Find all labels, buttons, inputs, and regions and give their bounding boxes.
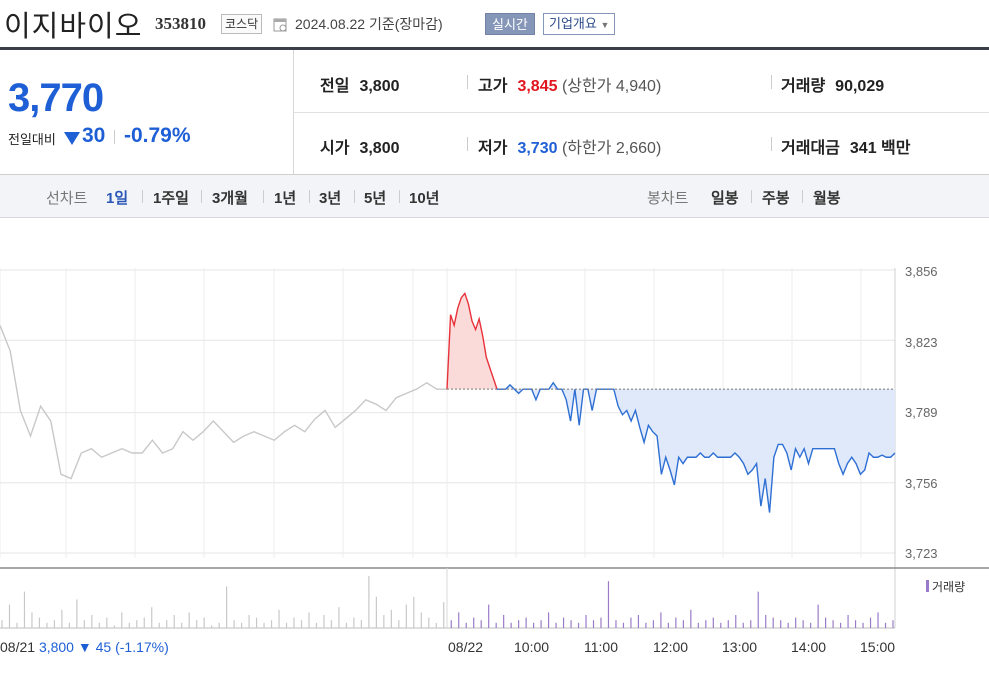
price-box: 3,770 전일대비 30 -0.79% xyxy=(0,50,294,174)
quote-separator xyxy=(467,75,468,89)
tab-1w[interactable]: 1주일 xyxy=(153,187,189,208)
tab-separator xyxy=(201,190,202,203)
intraday-chart: 3,856 3,823 3,789 3,756 3,723 거래량 08/21 … xyxy=(0,218,989,682)
down-area xyxy=(497,382,895,513)
y-tick: 3,756 xyxy=(905,476,938,491)
tab-separator xyxy=(354,190,355,203)
tab-3m[interactable]: 3개월 xyxy=(212,187,248,208)
tab-5y[interactable]: 5년 xyxy=(364,187,386,208)
y-tick: 3,856 xyxy=(905,264,938,279)
quote-date: 2024.08.22 기준(장마감) xyxy=(295,16,443,32)
tab-separator xyxy=(309,190,310,203)
prev-day-summary: 08/21 3,800 ▼ 45 (-1.17%) xyxy=(0,639,169,655)
x-tick: 08/22 xyxy=(448,639,484,655)
quote-separator xyxy=(771,137,772,151)
volume-swatch xyxy=(926,580,929,592)
up-area xyxy=(447,293,497,390)
day-high: 고가 3,845 (상한가 4,940) xyxy=(478,78,662,95)
change-percent: -0.79% xyxy=(124,124,191,147)
tab-separator xyxy=(399,190,400,203)
tab-separator xyxy=(802,190,803,203)
tab-separator xyxy=(751,190,752,203)
tab-1d[interactable]: 1일 xyxy=(106,187,128,208)
stock-header: 이지바이오 353810 코스닥 2024.08.22 기준(장마감) 실시간 … xyxy=(0,0,989,50)
market-badge: 코스닥 xyxy=(221,14,263,34)
tab-daily[interactable]: 일봉 xyxy=(711,187,739,208)
open-price: 시가 3,800 xyxy=(320,140,400,157)
line-chart-label: 선차트 xyxy=(46,190,88,207)
tab-weekly[interactable]: 주봉 xyxy=(762,187,790,208)
realtime-button[interactable]: 실시간 xyxy=(485,13,535,35)
quote-row-divider xyxy=(294,112,989,113)
x-tick: 10:00 xyxy=(514,639,550,655)
x-tick: 11:00 xyxy=(584,639,618,655)
volume-legend: 거래량 xyxy=(926,578,965,595)
x-tick: 15:00 xyxy=(860,639,896,655)
period-bar: 선차트 1일 1주일 3개월 1년 3년 5년 10년 봉차트 일봉 주봉 월봉 xyxy=(0,175,989,218)
stock-name: 이지바이오 xyxy=(4,11,143,43)
calendar-icon xyxy=(273,18,287,32)
tab-separator xyxy=(263,190,264,203)
tab-separator xyxy=(142,190,143,203)
candle-chart-label: 봉차트 xyxy=(647,190,689,207)
chevron-down-icon: ▼ xyxy=(600,20,610,30)
quote-separator xyxy=(771,75,772,89)
prev-close: 전일 3,800 xyxy=(320,78,400,95)
change-label: 전일대비 xyxy=(8,132,56,147)
chart-canvas xyxy=(0,268,989,629)
tab-monthly[interactable]: 월봉 xyxy=(813,187,841,208)
tab-3y[interactable]: 3년 xyxy=(319,187,341,208)
x-tick: 12:00 xyxy=(653,639,689,655)
company-info-dropdown[interactable]: 기업개요 ▼ xyxy=(543,13,616,35)
tab-10y[interactable]: 10년 xyxy=(409,187,440,208)
y-tick: 3,823 xyxy=(905,335,938,350)
trade-amount: 거래대금 341 백만 xyxy=(781,140,911,157)
current-price: 3,770 xyxy=(8,76,104,120)
y-tick: 3,789 xyxy=(905,405,938,420)
quote-panel: 3,770 전일대비 30 -0.79% 전일 3,800 고가 3,845 (상한… xyxy=(0,50,989,175)
change-value: 30 xyxy=(82,124,106,147)
stock-code: 353810 xyxy=(155,14,206,33)
down-triangle-icon xyxy=(64,132,80,145)
quote-separator xyxy=(467,137,468,151)
prev-day-line xyxy=(0,325,447,480)
day-low: 저가 3,730 (하한가 2,660) xyxy=(478,140,662,157)
x-tick: 13:00 xyxy=(722,639,758,655)
volume: 거래량 90,029 xyxy=(781,78,885,95)
x-tick: 14:00 xyxy=(791,639,827,655)
tab-1y[interactable]: 1년 xyxy=(274,187,296,208)
y-tick: 3,723 xyxy=(905,546,938,561)
change-separator xyxy=(114,130,115,144)
